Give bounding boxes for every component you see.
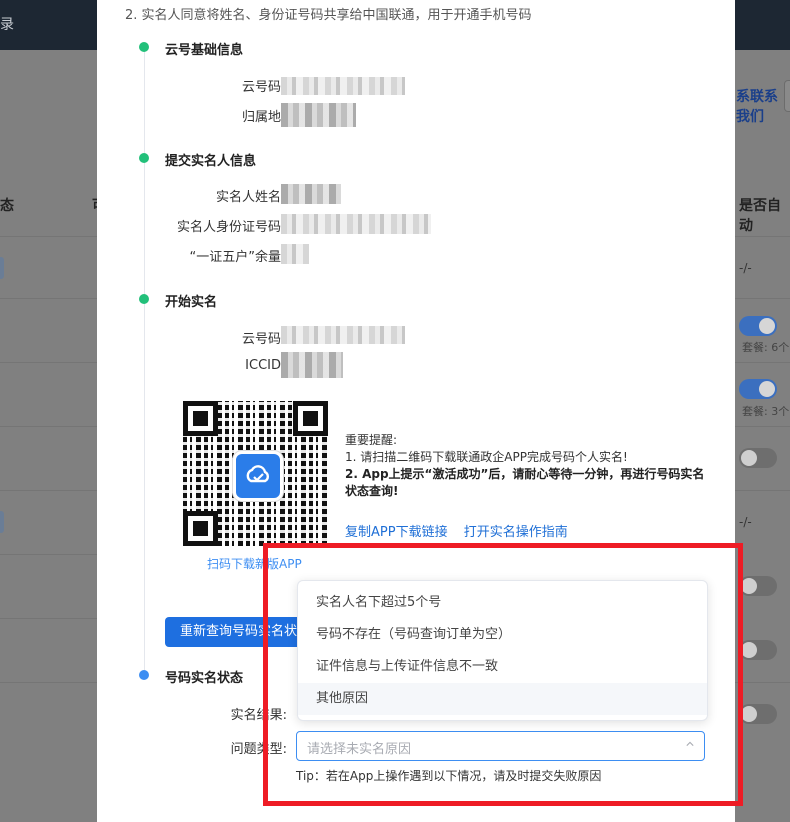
qr-finder	[293, 401, 328, 436]
app-logo-icon	[233, 451, 283, 501]
label-quota: “一证五户”余量	[189, 250, 281, 265]
background-row-divider	[0, 236, 97, 237]
background-row-divider	[0, 618, 97, 619]
masked-value	[281, 77, 405, 95]
section-title-cloud-info: 云号基础信息	[165, 43, 244, 58]
auto-renew-toggle[interactable]	[739, 704, 777, 724]
qr-finder	[183, 511, 218, 546]
important-reminder: 重要提醒: 1. 请扫描二维码下载联通政企APP完成号码个人实名! 2. App…	[345, 432, 715, 500]
background-header-title: 录	[0, 17, 14, 33]
qr-finder	[183, 401, 218, 436]
reminder-line-1: 1. 请扫描二维码下载联通政企APP完成号码个人实名!	[345, 450, 628, 464]
timeline-dot	[139, 153, 149, 163]
copy-app-download-link[interactable]: 复制APP下载链接	[345, 525, 448, 540]
masked-value	[281, 214, 431, 234]
label-holder-name: 实名人姓名	[215, 190, 281, 205]
contact-us-link[interactable]: 系联系我们	[736, 86, 790, 126]
background-row-divider	[0, 682, 97, 683]
open-real-name-guide-link[interactable]: 打开实名操作指南	[464, 525, 568, 540]
background-row-divider	[735, 362, 790, 363]
background-row-divider	[0, 362, 97, 363]
helper-links: 复制APP下载链接 打开实名操作指南	[345, 521, 580, 540]
background-row-divider	[735, 426, 790, 427]
auto-renew-toggle[interactable]	[739, 379, 777, 399]
timeline-dot	[139, 294, 149, 304]
background-row-divider	[0, 426, 97, 427]
background-row-tag	[0, 257, 4, 279]
masked-value	[281, 244, 309, 264]
timeline-dot	[139, 670, 149, 680]
label-cloud-number: 云号码	[241, 332, 281, 347]
label-cloud-number: 云号码	[241, 80, 281, 95]
auto-renew-toggle[interactable]	[739, 316, 777, 336]
package-note: 套餐: 3个	[742, 405, 790, 418]
masked-value	[281, 103, 356, 127]
background-row-divider	[0, 554, 97, 555]
auto-renew-toggle[interactable]	[739, 448, 777, 468]
consent-note: 2. 实名人同意将姓名、身份证号码共享给中国联通，用于开通手机号码	[125, 8, 532, 23]
background-row-divider	[735, 490, 790, 491]
auto-renew-toggle[interactable]	[739, 640, 777, 660]
timeline-dot	[139, 42, 149, 52]
background-row-divider	[735, 298, 790, 299]
auto-renew-toggle[interactable]	[739, 576, 777, 596]
background-cell: -/-	[739, 515, 752, 529]
background-row-divider	[735, 236, 790, 237]
label-iccid: ICCID	[245, 358, 281, 373]
section-title-start: 开始实名	[165, 295, 218, 310]
background-cell: -/-	[739, 261, 752, 275]
section-title-status: 号码实名状态	[165, 671, 244, 686]
reminder-heading: 重要提醒:	[345, 433, 398, 447]
background-row-divider	[0, 490, 97, 491]
reminder-line-2: 2. App上提示“激活成功”后，请耐心等待一分钟，再进行号码实名状态查询!	[345, 467, 705, 498]
section-title-submit-info: 提交实名人信息	[165, 154, 257, 169]
masked-value	[281, 326, 405, 344]
background-table-header-status: 态	[0, 198, 14, 214]
background-row-divider	[735, 682, 790, 683]
background-row-tag	[0, 511, 4, 533]
background-table-header-auto: 是否自动	[739, 198, 781, 234]
masked-value	[281, 184, 341, 204]
timeline-line	[144, 48, 145, 674]
label-region: 归属地	[241, 110, 281, 125]
label-id-number: 实名人身份证号码	[176, 220, 281, 235]
background-button-edge[interactable]	[784, 80, 790, 112]
app-download-qr-code	[183, 401, 328, 546]
package-note: 套餐: 6个	[742, 341, 790, 354]
highlight-box	[263, 543, 743, 806]
background-row-divider	[0, 298, 97, 299]
masked-value	[281, 352, 343, 378]
